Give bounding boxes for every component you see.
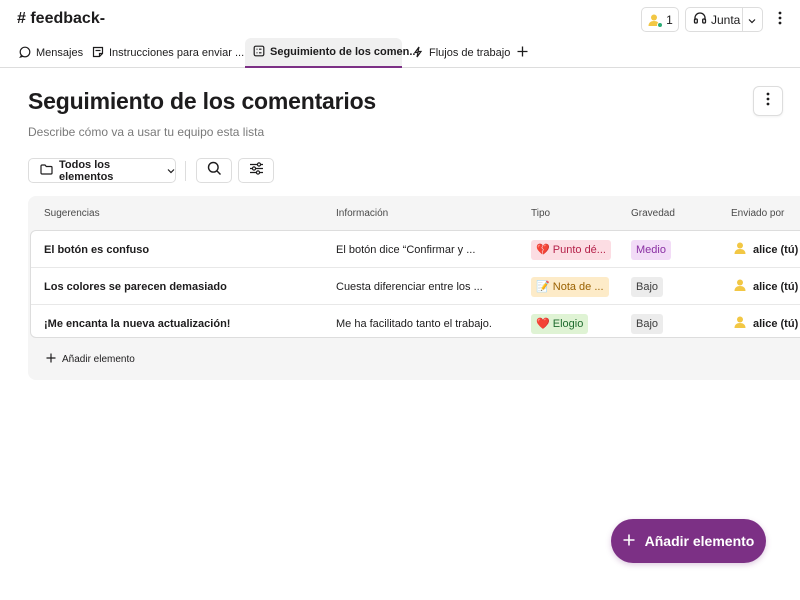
column-header-submitted-by[interactable]: Enviado por <box>731 208 784 219</box>
channel-header: # feedback- 1 Junta <box>0 0 800 40</box>
channel-more-button[interactable] <box>770 9 790 31</box>
type-cell[interactable]: ❤️ Elogio <box>531 305 589 337</box>
column-header-severity[interactable]: Gravedad <box>631 208 675 219</box>
type-label: Nota de ... <box>552 280 604 293</box>
chevron-down-icon <box>748 13 756 27</box>
table-body: El botón es confuso El botón dice “Confi… <box>30 230 800 338</box>
search-icon <box>207 161 222 181</box>
add-item-row-button[interactable]: Añadir elemento <box>46 353 135 366</box>
chevron-down-icon <box>167 165 175 177</box>
type-cell[interactable]: 💔 Punto dé... <box>531 231 611 268</box>
more-vertical-icon <box>766 92 770 111</box>
submitted-by-cell[interactable]: alice (tú) <box>733 305 799 337</box>
plus-icon <box>623 533 635 549</box>
column-header-information[interactable]: Información <box>336 208 388 219</box>
tab-label: Instrucciones para enviar ... <box>109 47 245 59</box>
type-tag: ❤️ Elogio <box>531 313 589 334</box>
information-cell[interactable]: Cuesta diferenciar entre los ... <box>336 268 521 305</box>
table-row[interactable]: ¡Me encanta la nueva actualización! Me h… <box>31 305 800 337</box>
headphones-icon <box>693 11 707 28</box>
column-header-type[interactable]: Tipo <box>531 208 550 219</box>
workflow-icon <box>412 46 424 61</box>
tab-label: Flujos de trabajo <box>429 47 511 59</box>
view-label: Todos los elementos <box>59 158 114 183</box>
severity-cell[interactable]: Bajo <box>631 268 664 305</box>
information-cell[interactable]: El botón dice “Confirmar y ... <box>336 231 521 268</box>
tab-workflows[interactable]: Flujos de trabajo <box>412 38 510 68</box>
list-icon <box>253 45 265 60</box>
table-row[interactable]: El botón es confuso El botón dice “Confi… <box>31 231 800 268</box>
huddle-options-button[interactable] <box>743 8 762 31</box>
tab-messages[interactable]: Mensajes <box>19 38 83 68</box>
huddle-button[interactable]: Junta <box>686 8 743 31</box>
user-avatar-icon <box>733 278 747 295</box>
page-title: Seguimiento de los comentarios <box>28 88 377 114</box>
sliders-icon <box>249 161 264 180</box>
suggestion-cell[interactable]: ¡Me encanta la nueva actualización! <box>44 305 324 337</box>
tab-instructions[interactable]: Instrucciones para enviar ... <box>92 38 244 68</box>
suggestion-cell[interactable]: Los colores se parecen demasiado <box>44 268 324 305</box>
canvas-icon <box>92 46 104 61</box>
message-icon <box>19 46 31 61</box>
user-name: alice (tú) <box>753 280 799 293</box>
channel-title[interactable]: # feedback- <box>17 10 105 28</box>
table-row[interactable]: Los colores se parecen demasiado Cuesta … <box>31 268 800 305</box>
fab-label: Añadir elemento <box>644 533 755 549</box>
user-avatar-icon <box>733 315 747 332</box>
user-name: alice (tú) <box>753 317 799 330</box>
huddle-control: Junta <box>685 7 763 32</box>
severity-cell[interactable]: Bajo <box>631 305 664 337</box>
plus-icon <box>46 353 56 366</box>
severity-tag: Bajo <box>631 276 664 297</box>
submitted-by-cell[interactable]: alice (tú) <box>733 268 798 305</box>
tab-label: Mensajes <box>36 47 84 59</box>
channel-tabs: Mensajes Instrucciones para enviar ... S… <box>0 38 800 68</box>
column-header-suggestions[interactable]: Sugerencias <box>44 208 100 219</box>
filter-button[interactable] <box>238 158 274 183</box>
memo-icon: 📝 <box>536 281 550 293</box>
more-vertical-icon <box>778 11 782 30</box>
user-avatar-icon <box>733 241 747 258</box>
list-more-button[interactable] <box>753 86 783 116</box>
type-label: Punto dé... <box>552 243 606 256</box>
list-table: Sugerencias Información Tipo Gravedad En… <box>28 196 800 380</box>
avatar-icon <box>647 13 664 28</box>
add-item-label: Añadir elemento <box>62 354 135 365</box>
view-selector[interactable]: Todos los elementos <box>28 158 176 183</box>
add-tab-button[interactable] <box>517 38 528 68</box>
type-tag: 📝 Nota de ... <box>531 276 609 297</box>
table-header: Sugerencias Información Tipo Gravedad En… <box>28 196 800 230</box>
search-button[interactable] <box>196 158 232 183</box>
type-label: Elogio <box>552 317 584 330</box>
submitted-by-cell[interactable]: alice (tú) <box>733 231 798 268</box>
severity-tag: Bajo <box>631 313 664 334</box>
folder-icon <box>40 163 53 178</box>
severity-tag: Medio <box>631 239 671 260</box>
tab-feedback-tracking[interactable]: Seguimiento de los comen.. <box>245 38 415 68</box>
toolbar-divider <box>185 161 186 181</box>
heart-icon: ❤️ <box>536 318 550 330</box>
page-description[interactable]: Describe cómo va a usar tu equipo esta l… <box>28 125 264 139</box>
user-name: alice (tú) <box>753 243 799 256</box>
add-item-fab[interactable]: Añadir elemento <box>611 519 766 563</box>
type-tag: 💔 Punto dé... <box>531 239 611 260</box>
severity-cell[interactable]: Medio <box>631 231 671 268</box>
information-cell[interactable]: Me ha facilitado tanto el trabajo. <box>336 305 521 337</box>
tab-label: Seguimiento de los comen.. <box>270 46 416 58</box>
suggestion-cell[interactable]: El botón es confuso <box>44 231 324 268</box>
type-cell[interactable]: 📝 Nota de ... <box>531 268 609 305</box>
online-status-icon <box>657 21 664 28</box>
huddle-label: Junta <box>711 12 741 27</box>
member-count: 1 <box>666 12 673 27</box>
broken-heart-icon: 💔 <box>536 244 550 256</box>
plus-icon <box>517 46 528 60</box>
members-button[interactable]: 1 <box>641 7 679 32</box>
